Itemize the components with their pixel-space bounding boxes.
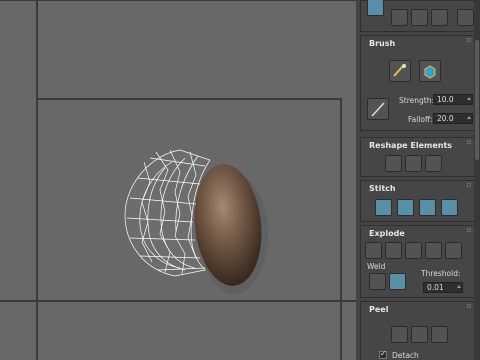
- pin-icon[interactable]: [467, 304, 471, 308]
- quick-peel-icon[interactable]: [391, 326, 408, 343]
- threshold-label: Threshold:: [421, 269, 461, 278]
- relax-cube-icon[interactable]: [419, 60, 441, 82]
- uv-editor-viewport[interactable]: [0, 0, 356, 360]
- weld-target-icon[interactable]: [389, 273, 406, 290]
- strength-label: Strength:: [399, 96, 434, 105]
- pin-icon[interactable]: [467, 228, 471, 232]
- uv-tools-panel: Brush Strength: 10.0 Falloff: 20.0 Resha…: [356, 0, 480, 360]
- reshape-elements-section: Reshape Elements: [360, 137, 476, 177]
- pattern-button[interactable]: [411, 9, 428, 26]
- explode-faces-icon[interactable]: [445, 242, 462, 259]
- weld-label: Weld: [367, 262, 386, 271]
- peel-title: Peel: [369, 305, 389, 314]
- straighten-icon[interactable]: [385, 155, 402, 172]
- rotate-button[interactable]: [431, 9, 448, 26]
- pin-icon[interactable]: [467, 140, 471, 144]
- stitch-custom-icon[interactable]: [441, 199, 458, 216]
- brush-section: Brush Strength: 10.0 Falloff: 20.0: [360, 35, 476, 131]
- pin-icon[interactable]: [467, 38, 471, 42]
- threshold-field[interactable]: 0.01: [423, 282, 463, 293]
- peel-reset-icon[interactable]: [431, 326, 448, 343]
- stitch-target-icon[interactable]: [419, 199, 436, 216]
- stitch-section: Stitch: [360, 180, 476, 222]
- grid-button[interactable]: [391, 9, 408, 26]
- peel-section: Peel Detach: [360, 301, 476, 360]
- line-tool-icon[interactable]: [367, 98, 389, 120]
- pin-icon[interactable]: [467, 183, 471, 187]
- detach-checkbox[interactable]: [379, 349, 387, 359]
- break-icon[interactable]: [365, 242, 382, 259]
- paint-brush-icon[interactable]: [389, 60, 411, 82]
- stitch-source-icon[interactable]: [375, 199, 392, 216]
- flatten-icon[interactable]: [425, 242, 442, 259]
- falloff-field[interactable]: 20.0: [433, 113, 473, 124]
- explode-title: Explode: [369, 229, 405, 238]
- cube-side-icon[interactable]: [425, 155, 442, 172]
- explode-icon[interactable]: [385, 242, 402, 259]
- stitch-title: Stitch: [369, 184, 396, 193]
- explode-group-icon[interactable]: [405, 242, 422, 259]
- stitch-average-icon[interactable]: [397, 199, 414, 216]
- falloff-label: Falloff:: [408, 115, 433, 124]
- scrollbar-thumb[interactable]: [475, 40, 479, 160]
- explode-section: Explode Weld Threshold: 0.01: [360, 225, 476, 298]
- select-mode-button[interactable]: [367, 0, 384, 16]
- detach-label: Detach: [392, 351, 419, 360]
- peel-mode-icon[interactable]: [411, 326, 428, 343]
- brush-title: Brush: [369, 39, 396, 48]
- weld-selected-icon[interactable]: [369, 273, 386, 290]
- align-button[interactable]: [457, 9, 474, 26]
- cube-front-icon[interactable]: [405, 155, 422, 172]
- texture-and-uv-mesh: [124, 149, 268, 294]
- strength-field[interactable]: 10.0: [433, 94, 473, 105]
- panel-scrollbar[interactable]: [474, 0, 480, 360]
- toolbar-top: [360, 0, 476, 32]
- reshape-title: Reshape Elements: [369, 141, 453, 150]
